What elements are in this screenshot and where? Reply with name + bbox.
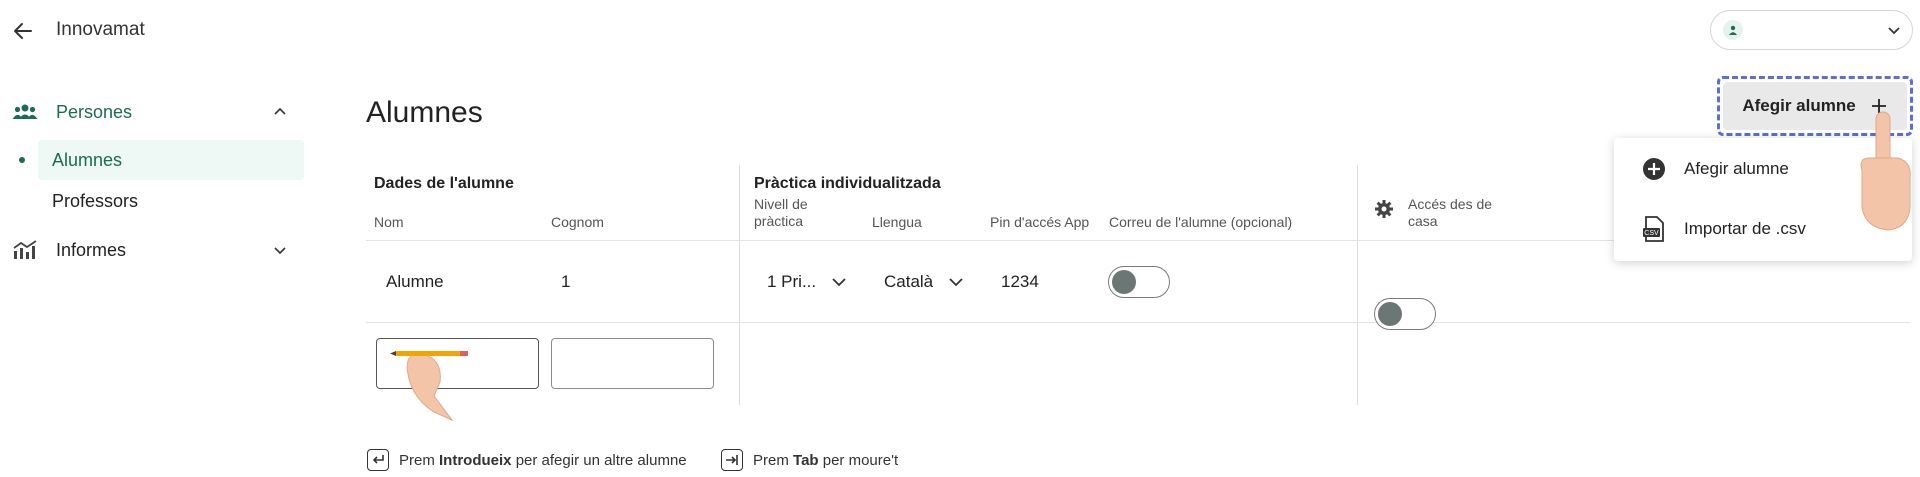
chevron-down-icon bbox=[1888, 27, 1900, 35]
column-header-name: Nom bbox=[374, 214, 404, 230]
toggle-knob bbox=[1378, 302, 1402, 326]
hint-text: Prem Tab per moure't bbox=[753, 451, 899, 469]
arrow-left-icon bbox=[14, 23, 32, 39]
page-title: Alumnes bbox=[366, 96, 483, 129]
home-access-toggle[interactable] bbox=[1374, 298, 1436, 330]
sidebar-section-label: Persones bbox=[56, 101, 133, 122]
column-header-level: Nivell de pràctica bbox=[754, 196, 808, 230]
user-icon bbox=[1723, 20, 1743, 40]
people-icon bbox=[12, 104, 38, 119]
level-value: 1 Pri... bbox=[767, 272, 817, 291]
chevron-down-icon bbox=[832, 278, 846, 287]
hint-text: Prem Introdueix per afegir un altre alum… bbox=[399, 451, 687, 469]
group-header-student-data: Dades de l'alumne bbox=[374, 175, 514, 192]
sidebar-item-alumnes[interactable]: Alumnes bbox=[38, 140, 304, 180]
active-indicator-dot bbox=[19, 157, 25, 163]
chevron-down-icon bbox=[274, 247, 286, 255]
row-divider bbox=[366, 322, 1910, 323]
column-header-level-line: pràctica bbox=[754, 213, 804, 229]
column-header-level-line: Nivell de bbox=[754, 196, 808, 212]
svg-text:CSV: CSV bbox=[1644, 230, 1659, 237]
sidebar-item-professors[interactable]: Professors bbox=[38, 181, 304, 221]
chevron-up-icon bbox=[274, 107, 286, 115]
column-header-language: Llengua bbox=[872, 214, 922, 230]
column-divider bbox=[1357, 165, 1358, 405]
language-value: Català bbox=[884, 272, 934, 291]
sidebar-section-persones[interactable]: Persones bbox=[12, 94, 302, 130]
column-header-email: Correu de l'alumne (opcional) bbox=[1109, 214, 1293, 230]
app-title: Innovamat bbox=[56, 19, 145, 40]
csv-file-icon: CSV bbox=[1643, 216, 1664, 242]
tab-key-icon bbox=[721, 449, 743, 471]
cell-name[interactable]: Alumne bbox=[386, 272, 444, 292]
new-surname-input[interactable] bbox=[551, 338, 714, 389]
sidebar-section-informes[interactable]: Informes bbox=[12, 232, 302, 268]
column-header-home-access: Accés des de casa bbox=[1408, 196, 1492, 230]
user-menu-select[interactable] bbox=[1710, 10, 1913, 50]
pointing-hand-icon bbox=[1852, 108, 1918, 241]
back-button[interactable] bbox=[6, 14, 40, 48]
chart-icon bbox=[13, 240, 37, 259]
cell-surname[interactable]: 1 bbox=[561, 272, 570, 292]
gear-icon bbox=[1374, 199, 1394, 224]
chevron-down-icon bbox=[949, 278, 963, 287]
group-header-practice: Pràctica individualitzada bbox=[754, 175, 941, 192]
column-header-surname: Cognom bbox=[551, 214, 604, 230]
add-circle-icon bbox=[1643, 158, 1665, 180]
column-header-pin: Pin d'accés App bbox=[990, 214, 1090, 230]
column-header-home-access-line: Accés des de bbox=[1408, 196, 1493, 212]
email-toggle[interactable] bbox=[1108, 266, 1170, 298]
cell-pin: 1234 bbox=[1001, 272, 1039, 291]
enter-key-icon bbox=[367, 449, 389, 471]
language-select[interactable]: Català bbox=[884, 272, 965, 292]
pencil-hand-icon bbox=[390, 342, 480, 431]
sidebar-item-label: Alumnes bbox=[52, 149, 123, 170]
column-divider bbox=[739, 165, 740, 405]
hint-enter: Prem Introdueix per afegir un altre alum… bbox=[367, 449, 687, 471]
sidebar-item-label: Professors bbox=[52, 190, 139, 211]
menu-item-label: Afegir alumne bbox=[1684, 159, 1789, 178]
hint-tab: Prem Tab per moure't bbox=[721, 449, 898, 471]
column-header-home-access-line: casa bbox=[1408, 213, 1438, 229]
add-student-button-label: Afegir alumne bbox=[1742, 96, 1856, 115]
menu-item-label: Importar de .csv bbox=[1684, 219, 1806, 238]
toggle-knob bbox=[1112, 270, 1136, 294]
level-select[interactable]: 1 Pri... bbox=[767, 272, 848, 292]
sidebar-section-label: Informes bbox=[56, 239, 127, 260]
